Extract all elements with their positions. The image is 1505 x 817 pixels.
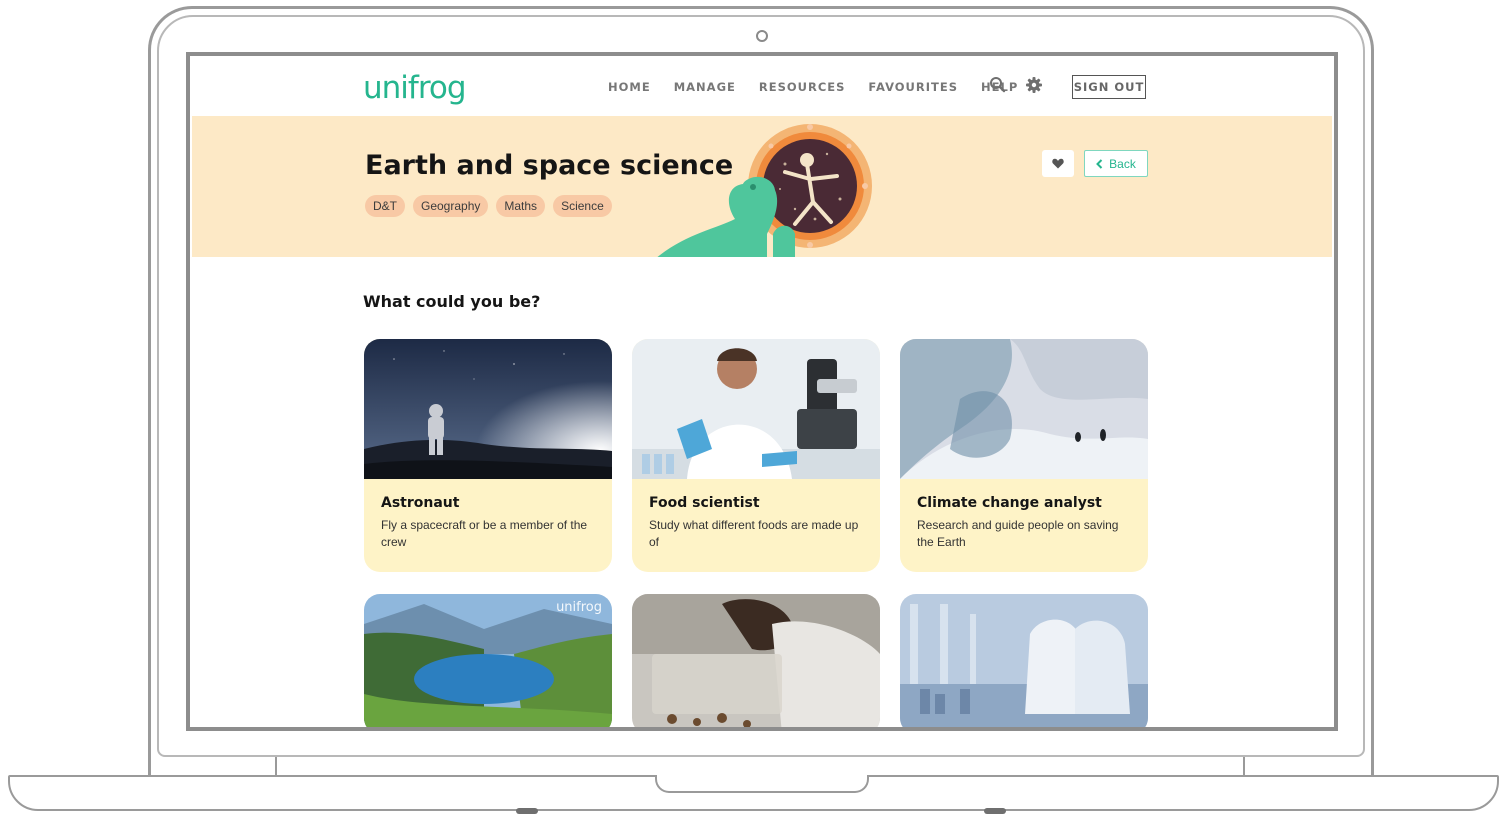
career-description: Research and guide people on saving the …: [917, 518, 1119, 549]
nav-resources[interactable]: RESOURCES: [759, 80, 846, 94]
nav-favourites[interactable]: FAVOURITES: [868, 80, 958, 94]
mountain-lake-image: unifrog: [364, 594, 612, 727]
favourite-button[interactable]: [1042, 150, 1074, 177]
unifrog-watermark: unifrog: [556, 600, 602, 615]
webcam-icon: [756, 30, 768, 42]
researcher-image: [632, 594, 880, 727]
laptop-foot: [516, 808, 538, 814]
tag-science[interactable]: Science: [553, 195, 612, 217]
career-description: Fly a spacecraft or be a member of the c…: [381, 518, 588, 549]
career-title: Climate change analyst: [917, 495, 1102, 511]
career-card-climate-change-analyst[interactable]: Climate change analyst Research and guid…: [900, 339, 1148, 572]
search-icon[interactable]: [989, 76, 1007, 94]
laptop-foot: [984, 808, 1006, 814]
career-card-lab[interactable]: [900, 594, 1148, 727]
career-card-lake[interactable]: unifrog: [364, 594, 612, 727]
laptop-hinge: [275, 757, 1245, 777]
back-button[interactable]: Back: [1084, 150, 1148, 177]
unifrog-logo[interactable]: unifrog: [363, 70, 467, 106]
frog-astronaut-illustration: [657, 124, 872, 257]
nav-links: HOME MANAGE RESOURCES FAVOURITES HELP: [608, 80, 1041, 94]
laptop-base-notch: [655, 775, 869, 793]
food-scientist-image: [632, 339, 880, 479]
career-title: Astronaut: [381, 495, 460, 511]
section-title: What could you be?: [363, 292, 541, 311]
chevron-left-icon: [1096, 158, 1103, 169]
astronaut-image: [364, 339, 612, 479]
subject-tags: D&T Geography Maths Science: [365, 195, 612, 217]
sign-out-button[interactable]: SIGN OUT: [1072, 75, 1146, 99]
gear-icon[interactable]: [1025, 76, 1043, 94]
climate-change-analyst-image: [900, 339, 1148, 479]
tag-maths[interactable]: Maths: [496, 195, 546, 217]
nav-manage[interactable]: MANAGE: [674, 80, 736, 94]
hero-banner: Earth and space science D&T Geography Ma…: [192, 116, 1332, 257]
tag-dt[interactable]: D&T: [365, 195, 405, 217]
laboratory-image: [900, 594, 1148, 727]
laptop-screen: unifrog HOME MANAGE RESOURCES FAVOURITES…: [186, 52, 1338, 731]
career-card-food-scientist[interactable]: Food scientist Study what different food…: [632, 339, 880, 572]
career-card-research[interactable]: [632, 594, 880, 727]
career-title: Food scientist: [649, 495, 760, 511]
back-button-label: Back: [1109, 156, 1136, 171]
heart-icon: [1052, 158, 1064, 169]
career-description: Study what different foods are made up o…: [649, 518, 859, 549]
top-navbar: unifrog HOME MANAGE RESOURCES FAVOURITES…: [190, 56, 1334, 116]
tag-geography[interactable]: Geography: [413, 195, 489, 217]
career-card-astronaut[interactable]: Astronaut Fly a spacecraft or be a membe…: [364, 339, 612, 572]
nav-home[interactable]: HOME: [608, 80, 651, 94]
